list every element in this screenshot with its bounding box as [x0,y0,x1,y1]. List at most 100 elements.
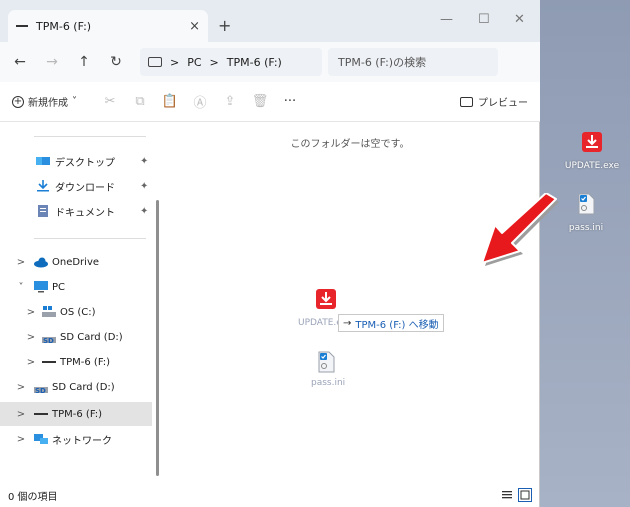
os-drive-icon [42,306,56,317]
sd-card-icon: SD [34,387,48,393]
sidebar-item-desktop[interactable]: デスクトップ ✦ [0,149,152,173]
preview-pane-icon [460,96,473,107]
rename-icon[interactable]: Ⓐ [185,92,215,111]
title-bar: TPM-6 (F:) × + — ☐ ✕ [0,0,540,42]
document-icon [38,205,48,217]
new-button[interactable]: + 新規作成 ˅ [12,94,77,109]
refresh-button[interactable]: ↻ [100,54,132,70]
cloud-icon [34,257,48,268]
tab-title: TPM-6 (F:) [36,19,92,33]
sidebar-item-label: PC [52,281,66,293]
close-button[interactable]: ✕ [514,12,525,27]
share-icon[interactable]: ⇪ [215,94,245,109]
up-button[interactable]: ↑ [68,54,100,70]
desktop-item-pass-ini[interactable]: pass.ini [556,192,616,233]
pc-icon [34,281,48,293]
chevron-right-icon[interactable]: > [16,409,26,420]
sidebar-item-label: OS (C:) [60,306,96,318]
new-tab-button[interactable]: + [218,16,231,35]
chevron-right-icon[interactable]: > [26,332,36,343]
sidebar-item-label: TPM-6 (F:) [60,356,111,368]
chevron-right-icon[interactable]: > [26,357,36,368]
delete-icon[interactable]: 🗑 [245,94,275,109]
cut-icon[interactable]: ✂ [95,94,125,109]
sidebar-item-label: SD Card (D:) [60,331,123,343]
chevron-down-icon[interactable]: ˅ [16,282,26,293]
breadcrumb-separator: > [170,55,180,69]
divider [34,238,146,239]
sidebar-item-pc[interactable]: ˅ PC [0,275,152,299]
sidebar-item-sd-card-d[interactable]: > SD SD Card (D:) [0,375,152,399]
tab-close-button[interactable]: × [189,19,200,34]
drag-file-label: pass.ini [311,378,346,388]
breadcrumb-pc[interactable]: PC [187,56,201,69]
sidebar-item-label: OneDrive [52,256,100,268]
empty-folder-message: このフォルダーは空です。 [290,139,410,150]
chevron-right-icon[interactable]: > [16,434,26,445]
sd-card-icon: SD [42,337,56,343]
breadcrumb-separator: > [209,55,219,69]
sidebar-item-downloads[interactable]: ダウンロード ✦ [0,174,152,198]
sidebar-item-label: ネットワーク [52,435,112,447]
pin-icon: ✦ [140,180,149,192]
chevron-right-icon[interactable]: > [16,382,26,393]
maximize-button[interactable]: ☐ [478,12,490,27]
update-exe-drag-icon [316,289,336,309]
status-bar: 0 個の項目 [0,484,540,507]
network-icon [34,434,48,444]
breadcrumb-tpm6[interactable]: TPM-6 (F:) [227,56,282,69]
search-input[interactable]: TPM-6 (F:)の検索 [328,48,498,76]
plus-circle-icon: + [12,95,24,108]
scrollbar[interactable] [156,200,159,476]
svg-text:SD: SD [35,387,46,393]
tiles-view-icon[interactable] [518,488,532,502]
svg-text:SD: SD [43,337,54,343]
pin-icon: ✦ [140,155,149,167]
forward-button[interactable]: → [36,54,68,70]
move-tooltip: → TPM-6 (F:) へ移動 [338,314,444,332]
drive-icon [34,413,48,415]
sidebar-item-onedrive[interactable]: > OneDrive [0,250,152,274]
navigation-pane: デスクトップ ✦ ダウンロード ✦ ドキュメント ✦ > OneDrive ˅ … [0,122,160,484]
sidebar-item-label: SD Card (D:) [52,381,115,393]
red-arrow-annotation [481,193,559,266]
address-bar-row: ← → ↑ ↻ > PC > TPM-6 (F:) TPM-6 (F:)の検索 [0,42,540,82]
new-button-label: 新規作成 [28,98,68,109]
drive-icon [42,361,56,363]
back-button[interactable]: ← [4,54,36,70]
monitor-icon [148,57,162,67]
breadcrumb[interactable]: > PC > TPM-6 (F:) [140,48,322,76]
chevron-right-icon[interactable]: > [16,257,26,268]
details-view-icon[interactable] [500,488,514,502]
drive-icon [16,25,28,27]
download-icon [37,180,49,192]
update-exe-icon [582,132,602,152]
explorer-window: TPM-6 (F:) × + — ☐ ✕ ← → ↑ ↻ > PC > TPM-… [0,0,540,507]
sidebar-item-os-c[interactable]: > OS (C:) [0,300,152,324]
arrow-right-icon: → [343,317,352,329]
desktop-folder-icon [36,157,50,165]
sidebar-item-tpm6-f-selected[interactable]: > TPM-6 (F:) [0,402,152,426]
desktop-item-update-exe[interactable]: UPDATE.exe [562,130,622,171]
command-bar: + 新規作成 ˅ ✂ ⧉ 📋 Ⓐ ⇪ 🗑 ··· プレビュー [0,82,540,122]
desktop-item-label: pass.ini [568,223,604,233]
sidebar-item-tpm6-f[interactable]: > TPM-6 (F:) [0,350,152,374]
more-options-button[interactable]: ··· [275,94,305,109]
ini-file-icon [578,193,595,215]
minimize-button[interactable]: — [440,12,453,27]
copy-icon[interactable]: ⧉ [125,94,155,109]
divider [34,136,146,137]
sidebar-item-label: ダウンロード [55,182,115,194]
item-count: 0 個の項目 [8,492,58,503]
paste-icon[interactable]: 📋 [155,94,185,109]
sidebar-item-sd-card-d[interactable]: > SD SD Card (D:) [0,325,152,349]
file-list-area[interactable]: このフォルダーは空です。 UPDATE.exe pass.ini → TPM-6… [160,122,540,484]
preview-button[interactable]: プレビュー [460,94,528,109]
sidebar-item-documents[interactable]: ドキュメント ✦ [0,199,152,223]
ini-file-drag-icon [318,351,335,373]
sidebar-item-label: TPM-6 (F:) [52,408,103,420]
move-tooltip-text: TPM-6 (F:) へ移動 [355,319,439,331]
tab-tpm6[interactable]: TPM-6 (F:) × [8,10,208,42]
sidebar-item-network[interactable]: > ネットワーク [0,427,152,451]
chevron-right-icon[interactable]: > [26,307,36,318]
